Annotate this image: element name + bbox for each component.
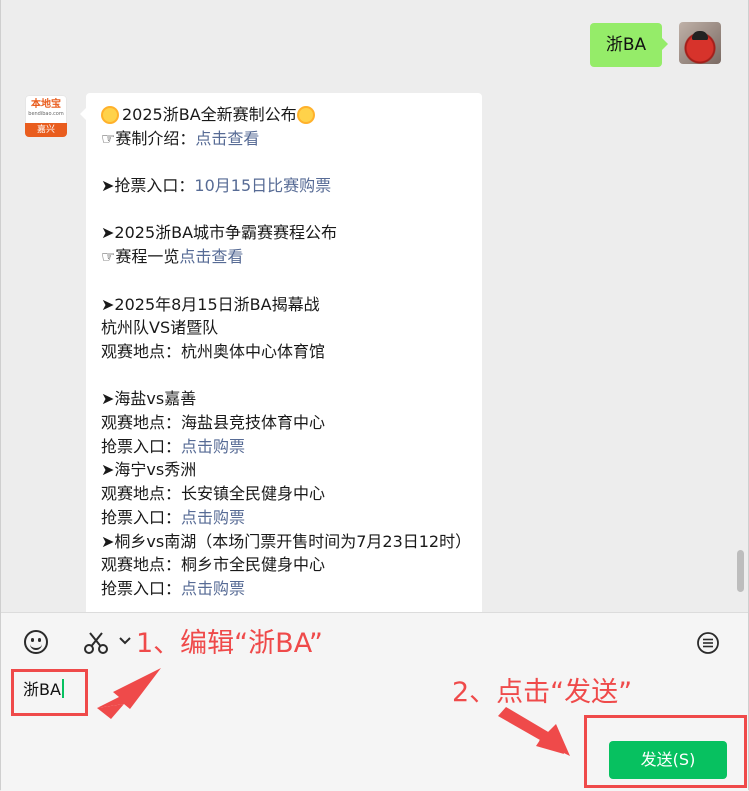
message-line: 抢票入口：点击购票 bbox=[101, 506, 473, 530]
message-line: 杭州队VS诸暨队 bbox=[101, 316, 473, 340]
message-line: 抢票入口：点击购票 bbox=[101, 577, 473, 601]
message-link[interactable]: 点击查看 bbox=[179, 247, 243, 266]
scissors-icon[interactable] bbox=[83, 630, 109, 656]
message-link[interactable]: 点击购票 bbox=[181, 437, 245, 456]
message-line-text: 观赛地点：海盐县竞技体育中心 bbox=[101, 413, 326, 433]
message-link[interactable]: 点击购票 bbox=[181, 508, 245, 527]
message-line: 观赛地点：杭州奥体中心体育馆 bbox=[101, 340, 473, 364]
avatar-brand-text: 本地宝 bbox=[31, 99, 61, 110]
message-line-text: 观赛地点：桐乡市全民健身中心 bbox=[101, 555, 326, 575]
message-line: ➤2025浙BA城市争霸赛赛程公布 bbox=[101, 221, 473, 245]
chat-scrollbar[interactable] bbox=[737, 550, 744, 592]
message-line-text: ➤抢票入口： bbox=[101, 176, 195, 196]
message-line bbox=[101, 364, 473, 388]
step1-annotation: 1、编辑“浙BA” bbox=[136, 628, 323, 659]
emoji-icon[interactable] bbox=[24, 630, 48, 654]
avatar-image bbox=[692, 31, 708, 40]
send-highlight-box bbox=[584, 715, 747, 788]
message-line bbox=[101, 198, 473, 222]
message-line bbox=[101, 150, 473, 174]
message-line: 观赛地点：桐乡市全民健身中心 bbox=[101, 553, 473, 577]
message-link[interactable]: 点击购票 bbox=[181, 579, 245, 598]
incoming-message-bubble[interactable]: 2025浙BA全新赛制公布 ☞赛制介绍：点击查看 ➤抢票入口：10月15日比赛购票… bbox=[80, 93, 482, 612]
message-line-text: 抢票入口： bbox=[101, 579, 182, 598]
official-account-avatar[interactable]: 本地宝 bendibao.com 嘉兴 bbox=[25, 95, 67, 137]
message-line: ☞赛制介绍：点击查看 bbox=[101, 127, 473, 151]
message-line: ➤海盐vs嘉善 bbox=[101, 387, 473, 411]
message-link[interactable]: 10月15日比赛购票 bbox=[194, 176, 331, 195]
message-line bbox=[101, 269, 473, 293]
message-line-text: ☞赛程一览 bbox=[101, 247, 180, 267]
message-line-text: 抢票入口： bbox=[101, 436, 182, 456]
input-highlight-box bbox=[11, 669, 88, 716]
sun-emoji-icon bbox=[298, 108, 313, 122]
avatar-city-text: 嘉兴 bbox=[25, 123, 67, 137]
message-line: 观赛地点：长安镇全民健身中心 bbox=[101, 482, 473, 506]
chat-history-icon[interactable] bbox=[696, 631, 720, 655]
message-content: 2025浙BA全新赛制公布 ☞赛制介绍：点击查看 ➤抢票入口：10月15日比赛购票… bbox=[101, 103, 473, 601]
message-line: ➤2025年8月15日浙BA揭幕战 bbox=[101, 293, 473, 317]
user-avatar[interactable] bbox=[679, 22, 721, 64]
message-line-text: 观赛地点：长安镇全民健身中心 bbox=[101, 484, 326, 504]
message-line: ➤海宁vs秀洲 bbox=[101, 458, 473, 482]
chat-message-area[interactable]: 浙BA 本地宝 bendibao.com 嘉兴 2025浙BA全新赛制公布 ☞赛… bbox=[1, 0, 748, 612]
message-title: 2025浙BA全新赛制公布 bbox=[101, 103, 473, 127]
message-line: ☞赛程一览点击查看 bbox=[101, 245, 473, 269]
message-line: ➤抢票入口：10月15日比赛购票 bbox=[101, 174, 473, 198]
message-link[interactable]: 点击查看 bbox=[195, 129, 259, 148]
outgoing-message-bubble[interactable]: 浙BA bbox=[590, 23, 668, 67]
message-line: 观赛地点：海盐县竞技体育中心 bbox=[101, 411, 473, 435]
message-line-text: 杭州队VS诸暨队 bbox=[101, 318, 219, 338]
avatar-domain-text: bendibao.com bbox=[28, 111, 64, 117]
message-line-text: 抢票入口： bbox=[101, 507, 182, 527]
message-line-text: ☞赛制介绍： bbox=[101, 128, 196, 148]
message-lines: ☞赛制介绍：点击查看 ➤抢票入口：10月15日比赛购票 ➤2025浙BA城市争霸赛赛… bbox=[101, 127, 473, 601]
sun-emoji-icon bbox=[103, 108, 117, 122]
message-line-text: ➤2025浙BA城市争霸赛赛程公布 bbox=[101, 223, 338, 243]
chevron-down-icon[interactable] bbox=[118, 633, 132, 647]
message-line: ➤桐乡vs南湖（本场门票开售时间为7月23日12时） bbox=[101, 530, 473, 554]
message-line-text: ➤2025年8月15日浙BA揭幕战 bbox=[101, 294, 320, 314]
message-line-text: ➤海盐vs嘉善 bbox=[101, 389, 197, 409]
message-title-text: 2025浙BA全新赛制公布 bbox=[122, 105, 297, 124]
message-line-text: ➤桐乡vs南湖（本场门票开售时间为7月23日12时） bbox=[101, 531, 472, 551]
message-line: 抢票入口：点击购票 bbox=[101, 435, 473, 459]
step2-annotation: 2、点击“发送” bbox=[452, 677, 633, 708]
message-line-text: ➤海宁vs秀洲 bbox=[101, 460, 197, 480]
message-line-text: 观赛地点：杭州奥体中心体育馆 bbox=[101, 341, 326, 361]
